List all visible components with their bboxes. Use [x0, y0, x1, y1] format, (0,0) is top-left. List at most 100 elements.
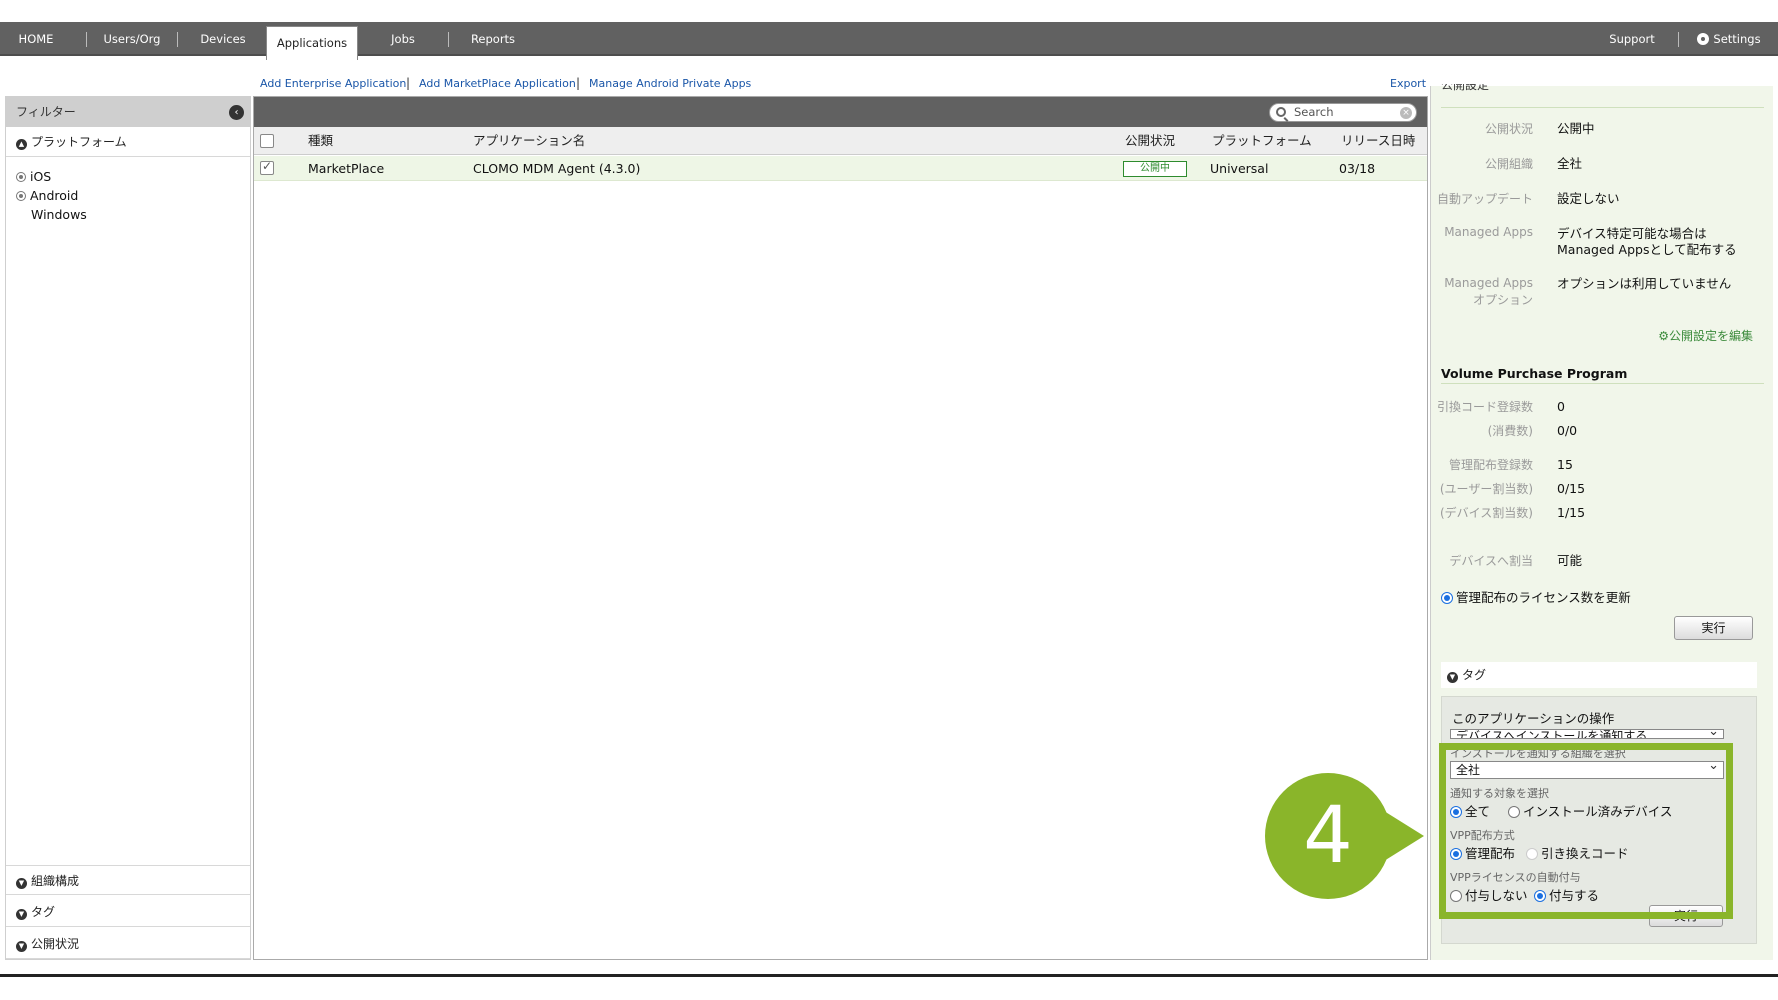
platform-filter-ios[interactable]: iOS [16, 169, 51, 184]
detail-value: 公開中 [1557, 121, 1595, 136]
bottom-border [0, 974, 1778, 977]
nav-tab-users-org[interactable]: Users/Org [92, 22, 172, 56]
tag-label: タグ [1462, 668, 1487, 682]
operation-select[interactable]: デバイスへインストールを通知する [1450, 729, 1724, 739]
nav-tab-jobs[interactable]: Jobs [368, 22, 438, 56]
expand-ring-icon [16, 172, 26, 182]
chevron-up-icon: ▲ [16, 139, 27, 150]
collapse-sidebar-icon[interactable]: ‹ [229, 105, 244, 120]
vpp-value: 1/15 [1557, 505, 1586, 520]
cell-platform: Universal [1210, 161, 1269, 176]
platform-filter-windows[interactable]: Windows [31, 207, 87, 222]
vpp-value: 可能 [1557, 553, 1583, 568]
edit-link-label: 公開設定を編集 [1668, 329, 1753, 343]
cell-type: MarketPlace [308, 161, 385, 176]
tag-section-header[interactable]: ▼ タグ [6, 897, 250, 927]
highlight-frame [1439, 743, 1733, 919]
update-license-radio[interactable]: 管理配布のライセンス数を更新 [1441, 587, 1631, 606]
vpp-label: 引換コード登録数 [1436, 400, 1533, 414]
nav-separator [86, 32, 87, 47]
detail-label: Managed Apps [1444, 225, 1533, 239]
clear-search-icon[interactable]: × [1400, 107, 1412, 119]
detail-value: 設定しない [1557, 191, 1620, 206]
detail-value: デバイス特定可能な場合は [1557, 226, 1707, 241]
table-row[interactable]: MarketPlace CLOMO MDM Agent (4.3.0) 公開中 … [254, 156, 1427, 181]
vpp-value: 15 [1557, 457, 1573, 472]
vpp-label: (ユーザー割当数) [1439, 482, 1533, 496]
nav-settings-link[interactable]: Settings [1686, 22, 1772, 56]
detail-label: 公開組織 [1484, 157, 1533, 171]
export-link[interactable]: Export [1390, 77, 1426, 90]
status-badge: 公開中 [1123, 161, 1187, 177]
column-header-type[interactable]: 種類 [308, 127, 333, 155]
column-header-platform[interactable]: プラットフォーム [1212, 127, 1312, 155]
add-enterprise-application-link[interactable]: Add Enterprise Application [260, 77, 406, 90]
vpp-value: 0/0 [1557, 423, 1578, 438]
top-navigation-bar: HOME Users/Org Devices Applications Jobs… [0, 22, 1778, 60]
section-divider [1441, 383, 1764, 384]
search-input[interactable]: Search × [1269, 103, 1417, 122]
filter-title: フィルター [16, 105, 76, 119]
platform-filter-android[interactable]: Android [16, 188, 78, 203]
execute-update-license-button[interactable]: 実行 [1674, 616, 1753, 640]
column-header-publish-status[interactable]: 公開状況 [1125, 127, 1175, 155]
vpp-label: 管理配布登録数 [1448, 458, 1533, 472]
list-toolbar: Search × [254, 97, 1427, 127]
nav-tab-reports[interactable]: Reports [454, 22, 532, 56]
detail-label: Managed Apps [1444, 276, 1533, 290]
org-section-header[interactable]: ▼ 組織構成 [6, 865, 250, 895]
platform-section-label: プラットフォーム [31, 135, 127, 149]
edit-publish-settings-link[interactable]: ⚙公開設定を編集 [1658, 327, 1753, 344]
org-section-label: 組織構成 [31, 874, 80, 888]
column-header-release-date[interactable]: リリース日時 [1341, 127, 1415, 155]
publish-status-section-header[interactable]: ▼ 公開状況 [6, 929, 250, 959]
operations-title: このアプリケーションの操作 [1452, 711, 1615, 726]
publish-status-section-label: 公開状況 [31, 937, 80, 951]
link-separator: | [406, 76, 411, 90]
cell-app-name: CLOMO MDM Agent (4.3.0) [473, 161, 641, 176]
detail-value: Managed Appsとして配布する [1557, 242, 1737, 257]
radio-selected [1441, 592, 1453, 604]
gear-icon: ⚙ [1658, 329, 1669, 343]
nav-separator [1678, 32, 1679, 47]
column-header-app-name[interactable]: アプリケーション名 [473, 127, 585, 155]
section-divider [1441, 107, 1764, 108]
nav-tab-home[interactable]: HOME [0, 22, 72, 56]
platform-label: Windows [31, 207, 87, 222]
detail-value: オプションは利用していません [1557, 276, 1732, 291]
application-list-panel: Search × 種類 アプリケーション名 公開状況 プラットフォーム リリース… [253, 96, 1428, 960]
platform-label: iOS [30, 169, 52, 184]
gear-icon [1697, 33, 1710, 45]
table-header: 種類 アプリケーション名 公開状況 プラットフォーム リリース日時 [254, 127, 1427, 155]
step-number-callout: 4 [1265, 773, 1391, 899]
vpp-label: デバイスへ割当 [1449, 554, 1533, 568]
nav-separator [448, 32, 449, 47]
nav-tab-devices[interactable]: Devices [183, 22, 263, 56]
vpp-section-title: Volume Purchase Program [1441, 366, 1628, 381]
row-checkbox[interactable] [260, 159, 274, 175]
nav-support-link[interactable]: Support [1592, 22, 1672, 56]
cell-release-date: 03/18 [1339, 161, 1376, 176]
platform-section-header[interactable]: ▲ プラットフォーム [6, 127, 250, 157]
nav-tab-applications[interactable]: Applications [266, 26, 358, 60]
select-all-checkbox[interactable] [260, 134, 274, 148]
radio-label: 管理配布のライセンス数を更新 [1456, 590, 1631, 605]
chevron-down-icon: ▼ [1447, 672, 1458, 683]
link-separator: | [576, 76, 581, 90]
detail-label: オプション [1472, 293, 1533, 307]
vpp-label: (デバイス割当数) [1439, 506, 1533, 520]
expand-ring-icon [16, 191, 26, 201]
filter-header: フィルター ‹ [6, 97, 250, 127]
search-placeholder: Search [1294, 105, 1334, 119]
add-marketplace-application-link[interactable]: Add MarketPlace Application [419, 77, 576, 90]
chevron-down-icon: ▼ [16, 909, 27, 920]
tag-section-label: タグ [31, 905, 56, 919]
vpp-value: 0/15 [1557, 481, 1586, 496]
tag-section-toggle[interactable]: ▼ タグ [1441, 662, 1757, 688]
detail-label: 自動アップデート [1436, 192, 1533, 206]
settings-label: Settings [1713, 32, 1761, 46]
filter-sidebar: フィルター ‹ ▲ プラットフォーム iOS Android Windows ▼ 組… [5, 96, 251, 960]
manage-android-private-apps-link[interactable]: Manage Android Private Apps [589, 77, 751, 90]
search-icon [1276, 107, 1286, 117]
vpp-value: 0 [1557, 399, 1565, 414]
